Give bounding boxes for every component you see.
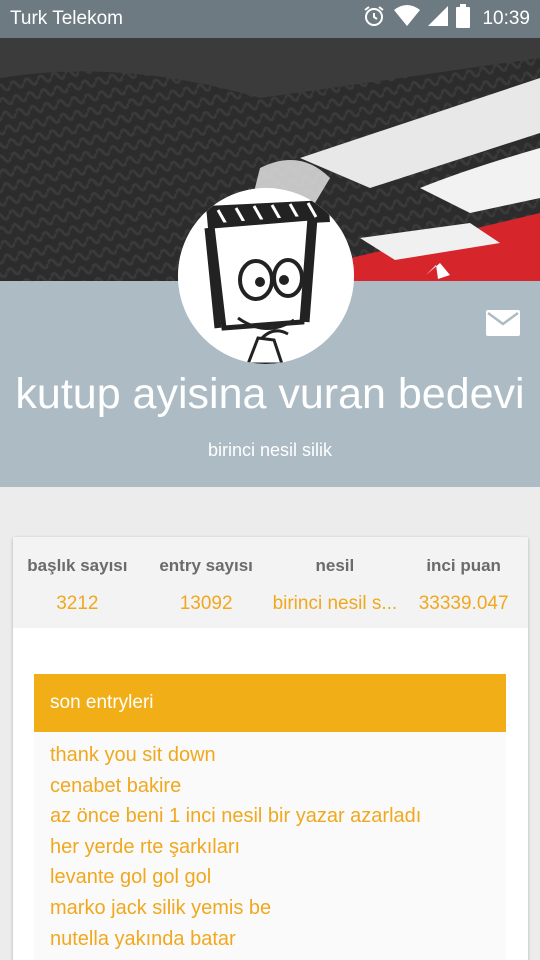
signal-icon (428, 5, 449, 33)
carrier-name: Turk Telekom (10, 8, 123, 29)
wifi-icon (394, 5, 421, 33)
mail-icon[interactable] (486, 310, 520, 336)
recent-entries-header: son entryleri (34, 674, 506, 732)
stats-row: başlık sayısı 3212 entry sayısı 13092 ne… (13, 537, 528, 628)
entry-link[interactable]: marko jack silik yemis be (50, 893, 506, 924)
entry-link[interactable]: levante gol gol gol (50, 862, 506, 893)
entry-link[interactable]: her yerde rte şarkıları (50, 832, 506, 863)
stat-value: birinci nesil s... (272, 593, 398, 614)
stat-entry-count: entry sayısı 13092 (142, 537, 271, 628)
stat-value: 3212 (56, 593, 99, 614)
entry-link[interactable]: thank you sit down (50, 740, 506, 771)
generation-label: birinci nesil silik (207, 440, 333, 460)
stat-topic-count: başlık sayısı 3212 (13, 537, 142, 628)
stat-label: inci puan (426, 556, 501, 575)
avatar[interactable] (178, 188, 354, 364)
alarm-icon (362, 4, 386, 34)
clock: 10:39 (482, 8, 530, 29)
stat-label: entry sayısı (159, 556, 253, 575)
recent-entries-list: thank you sit down cenabet bakire az önc… (34, 732, 506, 960)
entry-link[interactable]: az önce beni 1 inci nesil bir yazar azar… (50, 801, 506, 832)
stat-label: başlık sayısı (27, 556, 128, 575)
status-bar: Turk Telekom 10:39 (0, 0, 540, 38)
stat-value: 33339.047 (418, 593, 509, 614)
stat-label: nesil (315, 556, 355, 575)
stat-score: inci puan 33339.047 (399, 537, 528, 628)
stats-card: başlık sayısı 3212 entry sayısı 13092 ne… (13, 537, 528, 960)
battery-icon (456, 4, 471, 34)
entry-link[interactable]: nutella yakında batar (50, 924, 506, 955)
entry-link[interactable]: cenabet bakire (50, 771, 506, 802)
stat-value: 13092 (179, 593, 233, 614)
stat-generation: nesil birinci nesil s... (271, 537, 400, 628)
username: kutup ayisina vuran bedevi (15, 370, 525, 418)
